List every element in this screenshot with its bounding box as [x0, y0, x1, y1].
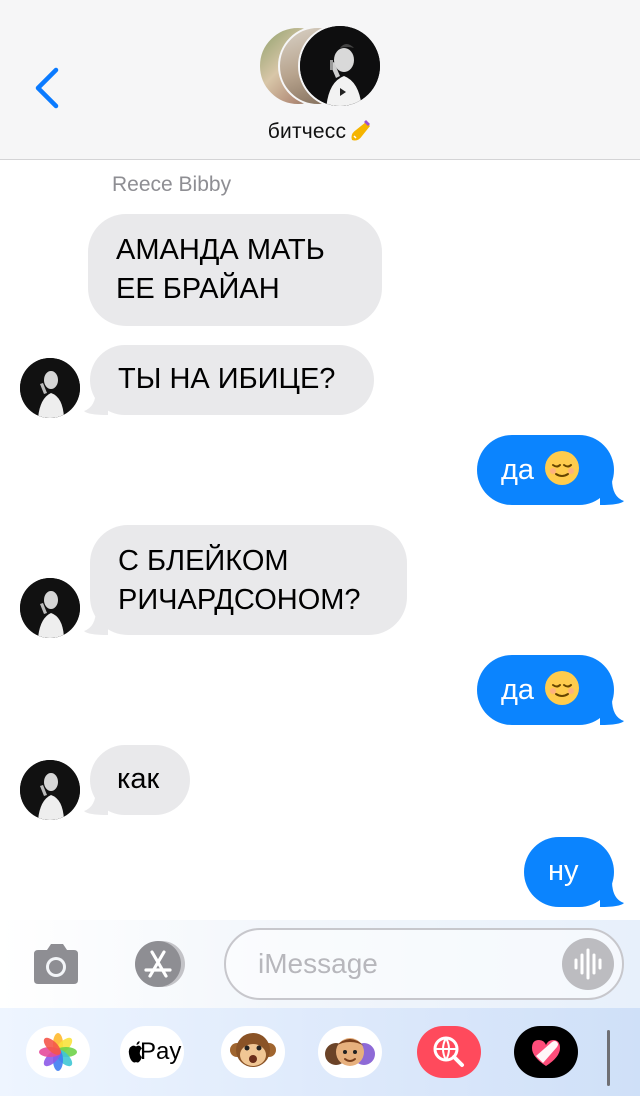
back-button[interactable] [28, 66, 68, 110]
apple-pay-label: Pay [140, 1038, 182, 1065]
audio-message-button[interactable] [562, 938, 614, 990]
message-text: да [501, 674, 535, 706]
message-input[interactable]: iMessage [224, 928, 624, 1000]
message-text: ну [548, 855, 579, 887]
apple-pay-app-button[interactable]: Pay [120, 1026, 184, 1078]
digital-touch-app-button[interactable] [514, 1026, 578, 1078]
conversation-header: битчесс [0, 0, 640, 160]
sender-avatar[interactable] [20, 358, 80, 418]
memoji-icon [325, 1038, 375, 1066]
message-text: да [501, 454, 535, 486]
sender-avatar[interactable] [20, 760, 80, 820]
outgoing-message-bubble[interactable]: да [477, 435, 614, 505]
relieved-face-emoji [545, 451, 580, 485]
camera-button[interactable] [30, 942, 82, 986]
group-name[interactable]: битчесс [0, 120, 640, 144]
bubble-tail [84, 789, 108, 815]
outgoing-message-bubble[interactable]: да [477, 655, 614, 725]
drawer-scroll-divider [607, 1030, 610, 1086]
group-name-text: битчесс [267, 120, 347, 143]
relieved-face-emoji [545, 671, 580, 705]
imessage-app-drawer: Pay [0, 1008, 640, 1096]
memoji-app-button[interactable] [318, 1026, 382, 1078]
app-store-icon [135, 941, 185, 987]
message-thread[interactable]: Reece Bibby АМАНДА МАТЬ ЕЕ БРАЙАН ТЫ НА … [0, 160, 640, 920]
message-text: ТЫ НА ИБИЦЕ? [118, 363, 336, 395]
chevron-left-icon [35, 67, 59, 109]
group-member-photo-3 [298, 24, 382, 108]
monkey-animoji-icon [230, 1033, 276, 1067]
audio-waveform-icon [574, 948, 602, 980]
bubble-tail [600, 881, 624, 907]
bubble-tail [600, 699, 624, 725]
group-avatar[interactable] [258, 24, 382, 108]
image-search-app-button[interactable] [417, 1026, 481, 1078]
photos-icon [39, 1033, 77, 1071]
incoming-message-bubble[interactable]: ТЫ НА ИБИЦЕ? [90, 345, 374, 415]
nail-polish-emoji [348, 120, 372, 142]
message-text: АМАНДА МАТЬ ЕЕ БРАЙАН [116, 234, 325, 305]
messages-screen: битчесс Reece Bibby АМАНДА МАТЬ ЕЕ БРАЙА… [0, 0, 640, 1096]
animoji-app-button[interactable] [221, 1026, 285, 1078]
photos-app-button[interactable] [26, 1026, 90, 1078]
message-text: как [117, 763, 160, 795]
bubble-tail [84, 389, 108, 415]
compose-bar: iMessage [0, 920, 640, 1008]
app-store-button[interactable] [126, 940, 190, 988]
sender-name: Reece Bibby [112, 173, 232, 196]
sender-avatar[interactable] [20, 578, 80, 638]
bubble-tail [84, 609, 108, 635]
incoming-message-bubble[interactable]: АМАНДА МАТЬ ЕЕ БРАЙАН [88, 214, 382, 326]
globe-search-icon [433, 1036, 464, 1067]
incoming-message-bubble[interactable]: С БЛЕЙКОМ РИЧАРДСОНОМ? [90, 525, 407, 635]
camera-icon [34, 944, 78, 984]
message-input-placeholder: iMessage [258, 948, 378, 979]
message-text: С БЛЕЙКОМ РИЧАРДСОНОМ? [118, 545, 361, 616]
digital-touch-heart-icon [532, 1040, 560, 1066]
bubble-tail [600, 479, 624, 505]
